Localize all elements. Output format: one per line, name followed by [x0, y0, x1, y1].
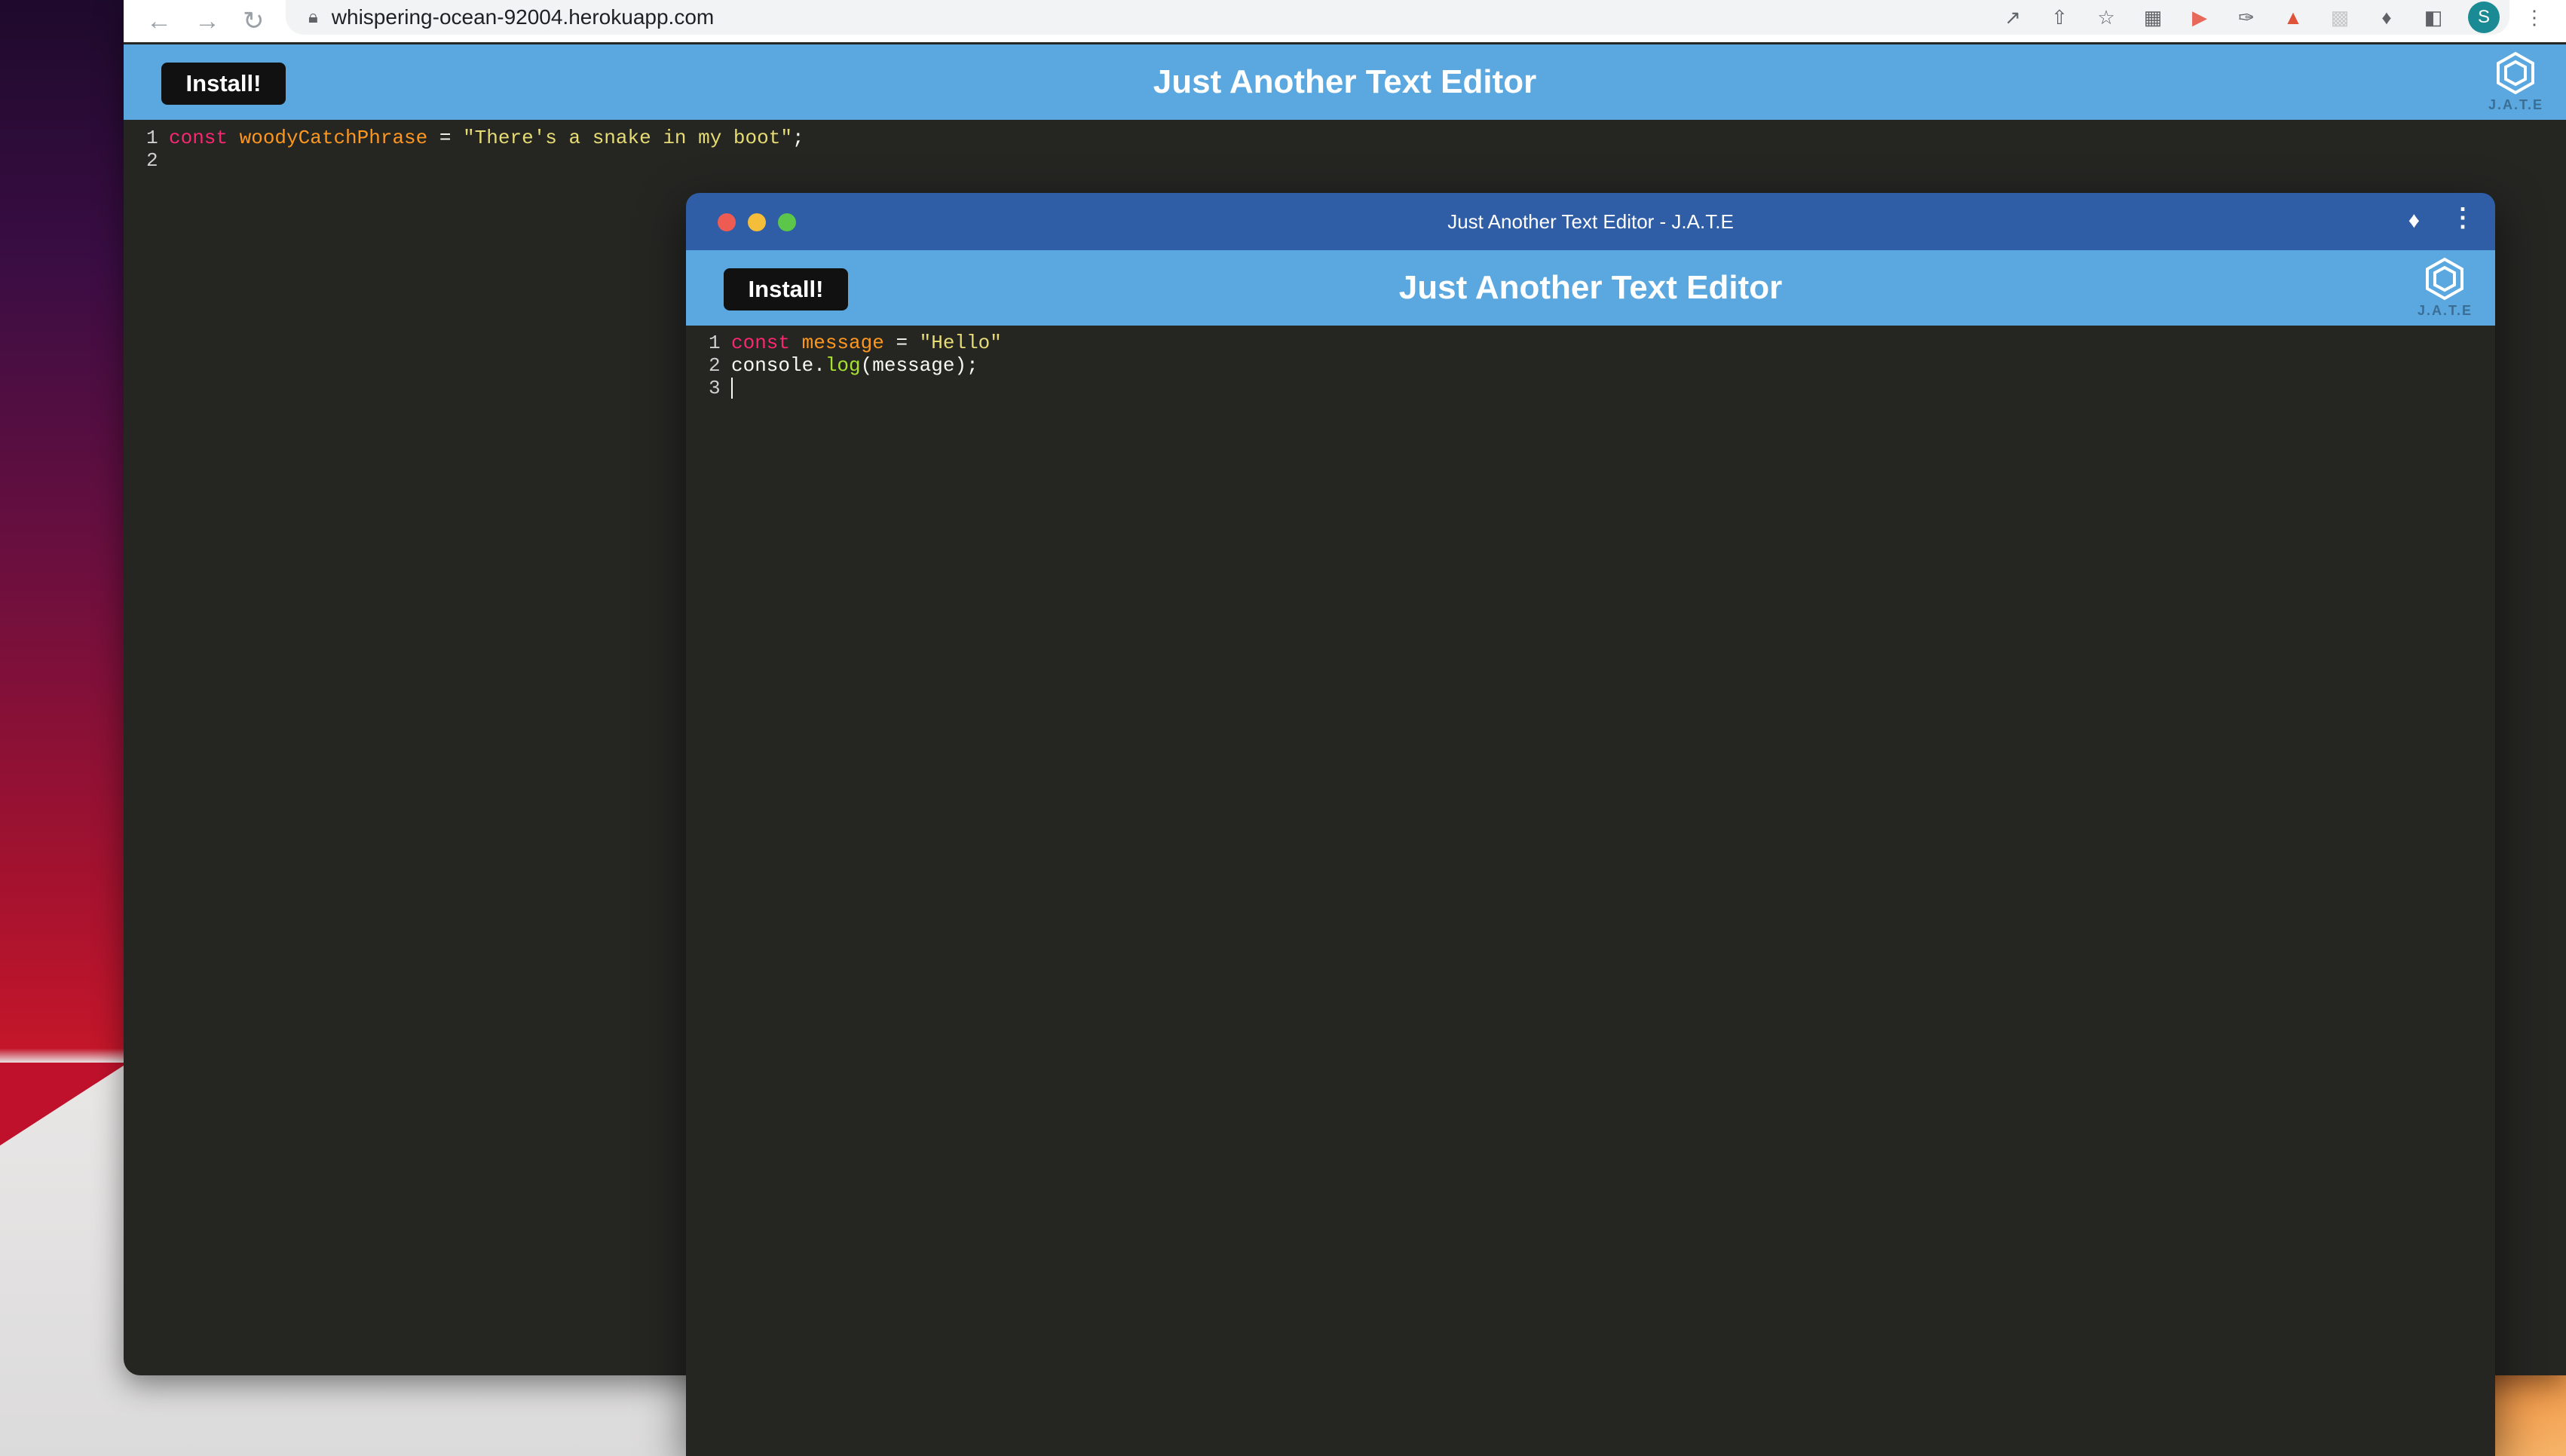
string-token: "There's a snake in my boot": [463, 127, 792, 149]
share-icon[interactable]: ⇧: [2047, 5, 2071, 29]
keyword-token: const: [169, 127, 228, 149]
code-line[interactable]: 2 console.log(message);: [709, 354, 1002, 377]
star-icon[interactable]: ☆: [2094, 5, 2118, 29]
install-button[interactable]: Install!: [724, 268, 848, 310]
text-cursor: [731, 378, 733, 399]
object-token: console.: [731, 354, 825, 377]
jate-logo: J.A.T.E: [2488, 50, 2543, 113]
page-title: Just Another Text Editor: [1153, 63, 1537, 100]
side-panel-icon[interactable]: ◧: [2421, 5, 2445, 29]
back-arrow-icon[interactable]: ←: [146, 8, 172, 34]
variable-token: message: [801, 332, 884, 354]
line-number: 2: [146, 149, 158, 172]
code-line[interactable]: 2: [146, 149, 804, 172]
operator-token: =: [427, 127, 464, 149]
window-titlebar[interactable]: Just Another Text Editor - J.A.T.E ♦ ⋮: [686, 193, 2495, 250]
extension-icon[interactable]: ▦: [2141, 5, 2165, 29]
arguments-token: (message);: [860, 354, 978, 377]
kebab-menu-icon[interactable]: ⋮: [2450, 205, 2476, 231]
code-editor[interactable]: 1 const woodyCatchPhrase = "There's a sna…: [146, 127, 804, 172]
extension-icon[interactable]: ▲: [2281, 5, 2305, 29]
app-header: Just Another Text Editor Install! J.A.T.…: [686, 250, 2495, 326]
page-title: Just Another Text Editor: [1398, 269, 1783, 306]
reload-icon[interactable]: ↻: [243, 8, 265, 34]
window-title: Just Another Text Editor - J.A.T.E: [1447, 210, 1734, 233]
operator-token: =: [883, 332, 920, 354]
code-line[interactable]: 1 const woodyCatchPhrase = "There's a sna…: [146, 127, 804, 149]
logo-text: J.A.T.E: [2488, 97, 2543, 112]
line-number: 3: [709, 377, 721, 399]
line-number: 2: [709, 354, 721, 377]
punctuation-token: ;: [792, 127, 804, 149]
logo-text: J.A.T.E: [2417, 303, 2473, 318]
open-external-icon[interactable]: ↗: [2001, 5, 2025, 29]
jate-logo: J.A.T.E: [2417, 256, 2473, 319]
function-token: log: [825, 354, 861, 377]
app-header: Just Another Text Editor Install! J.A.T.…: [124, 44, 2566, 120]
pwa-window: Just Another Text Editor - J.A.T.E ♦ ⋮ J…: [686, 193, 2495, 1456]
keyword-token: const: [731, 332, 791, 354]
line-number: 1: [146, 127, 158, 149]
code-line[interactable]: 1 const message = "Hello": [709, 332, 1002, 354]
variable-token: woodyCatchPhrase: [239, 127, 428, 149]
jate-logo-icon: [2426, 257, 2464, 301]
line-number: 1: [709, 332, 721, 354]
kebab-menu-icon[interactable]: ⋮: [2522, 5, 2546, 29]
extensions-puzzle-icon[interactable]: ♦: [2375, 5, 2399, 29]
wallpaper-shape: [0, 1063, 128, 1146]
browser-toolbar: ← → ↻ 🔒︎ whispering-ocean-92004.herokuap…: [124, 0, 2566, 42]
extension-icon[interactable]: ✑: [2234, 5, 2258, 29]
code-line[interactable]: 3: [709, 377, 1002, 399]
code-editor[interactable]: 1 const message = "Hello" 2 console.log(me…: [709, 332, 1002, 399]
jate-logo-icon: [2497, 51, 2535, 95]
string-token: "Hello": [919, 332, 1002, 354]
forward-arrow-icon[interactable]: →: [194, 8, 220, 34]
lock-icon[interactable]: 🔒︎: [308, 7, 318, 28]
browser-actions: ↗ ⇧ ☆ ▦ ▶ ✑ ▲ ▩ ♦ ◧ S ⋮: [2001, 0, 2546, 35]
install-button[interactable]: Install!: [161, 63, 286, 105]
avatar[interactable]: S: [2468, 2, 2500, 33]
extension-icon[interactable]: ▶: [2188, 5, 2212, 29]
url-text[interactable]: whispering-ocean-92004.herokuapp.com: [332, 5, 714, 29]
extension-icon[interactable]: ▩: [2328, 5, 2352, 29]
extension-icon[interactable]: ♦: [2408, 208, 2420, 234]
